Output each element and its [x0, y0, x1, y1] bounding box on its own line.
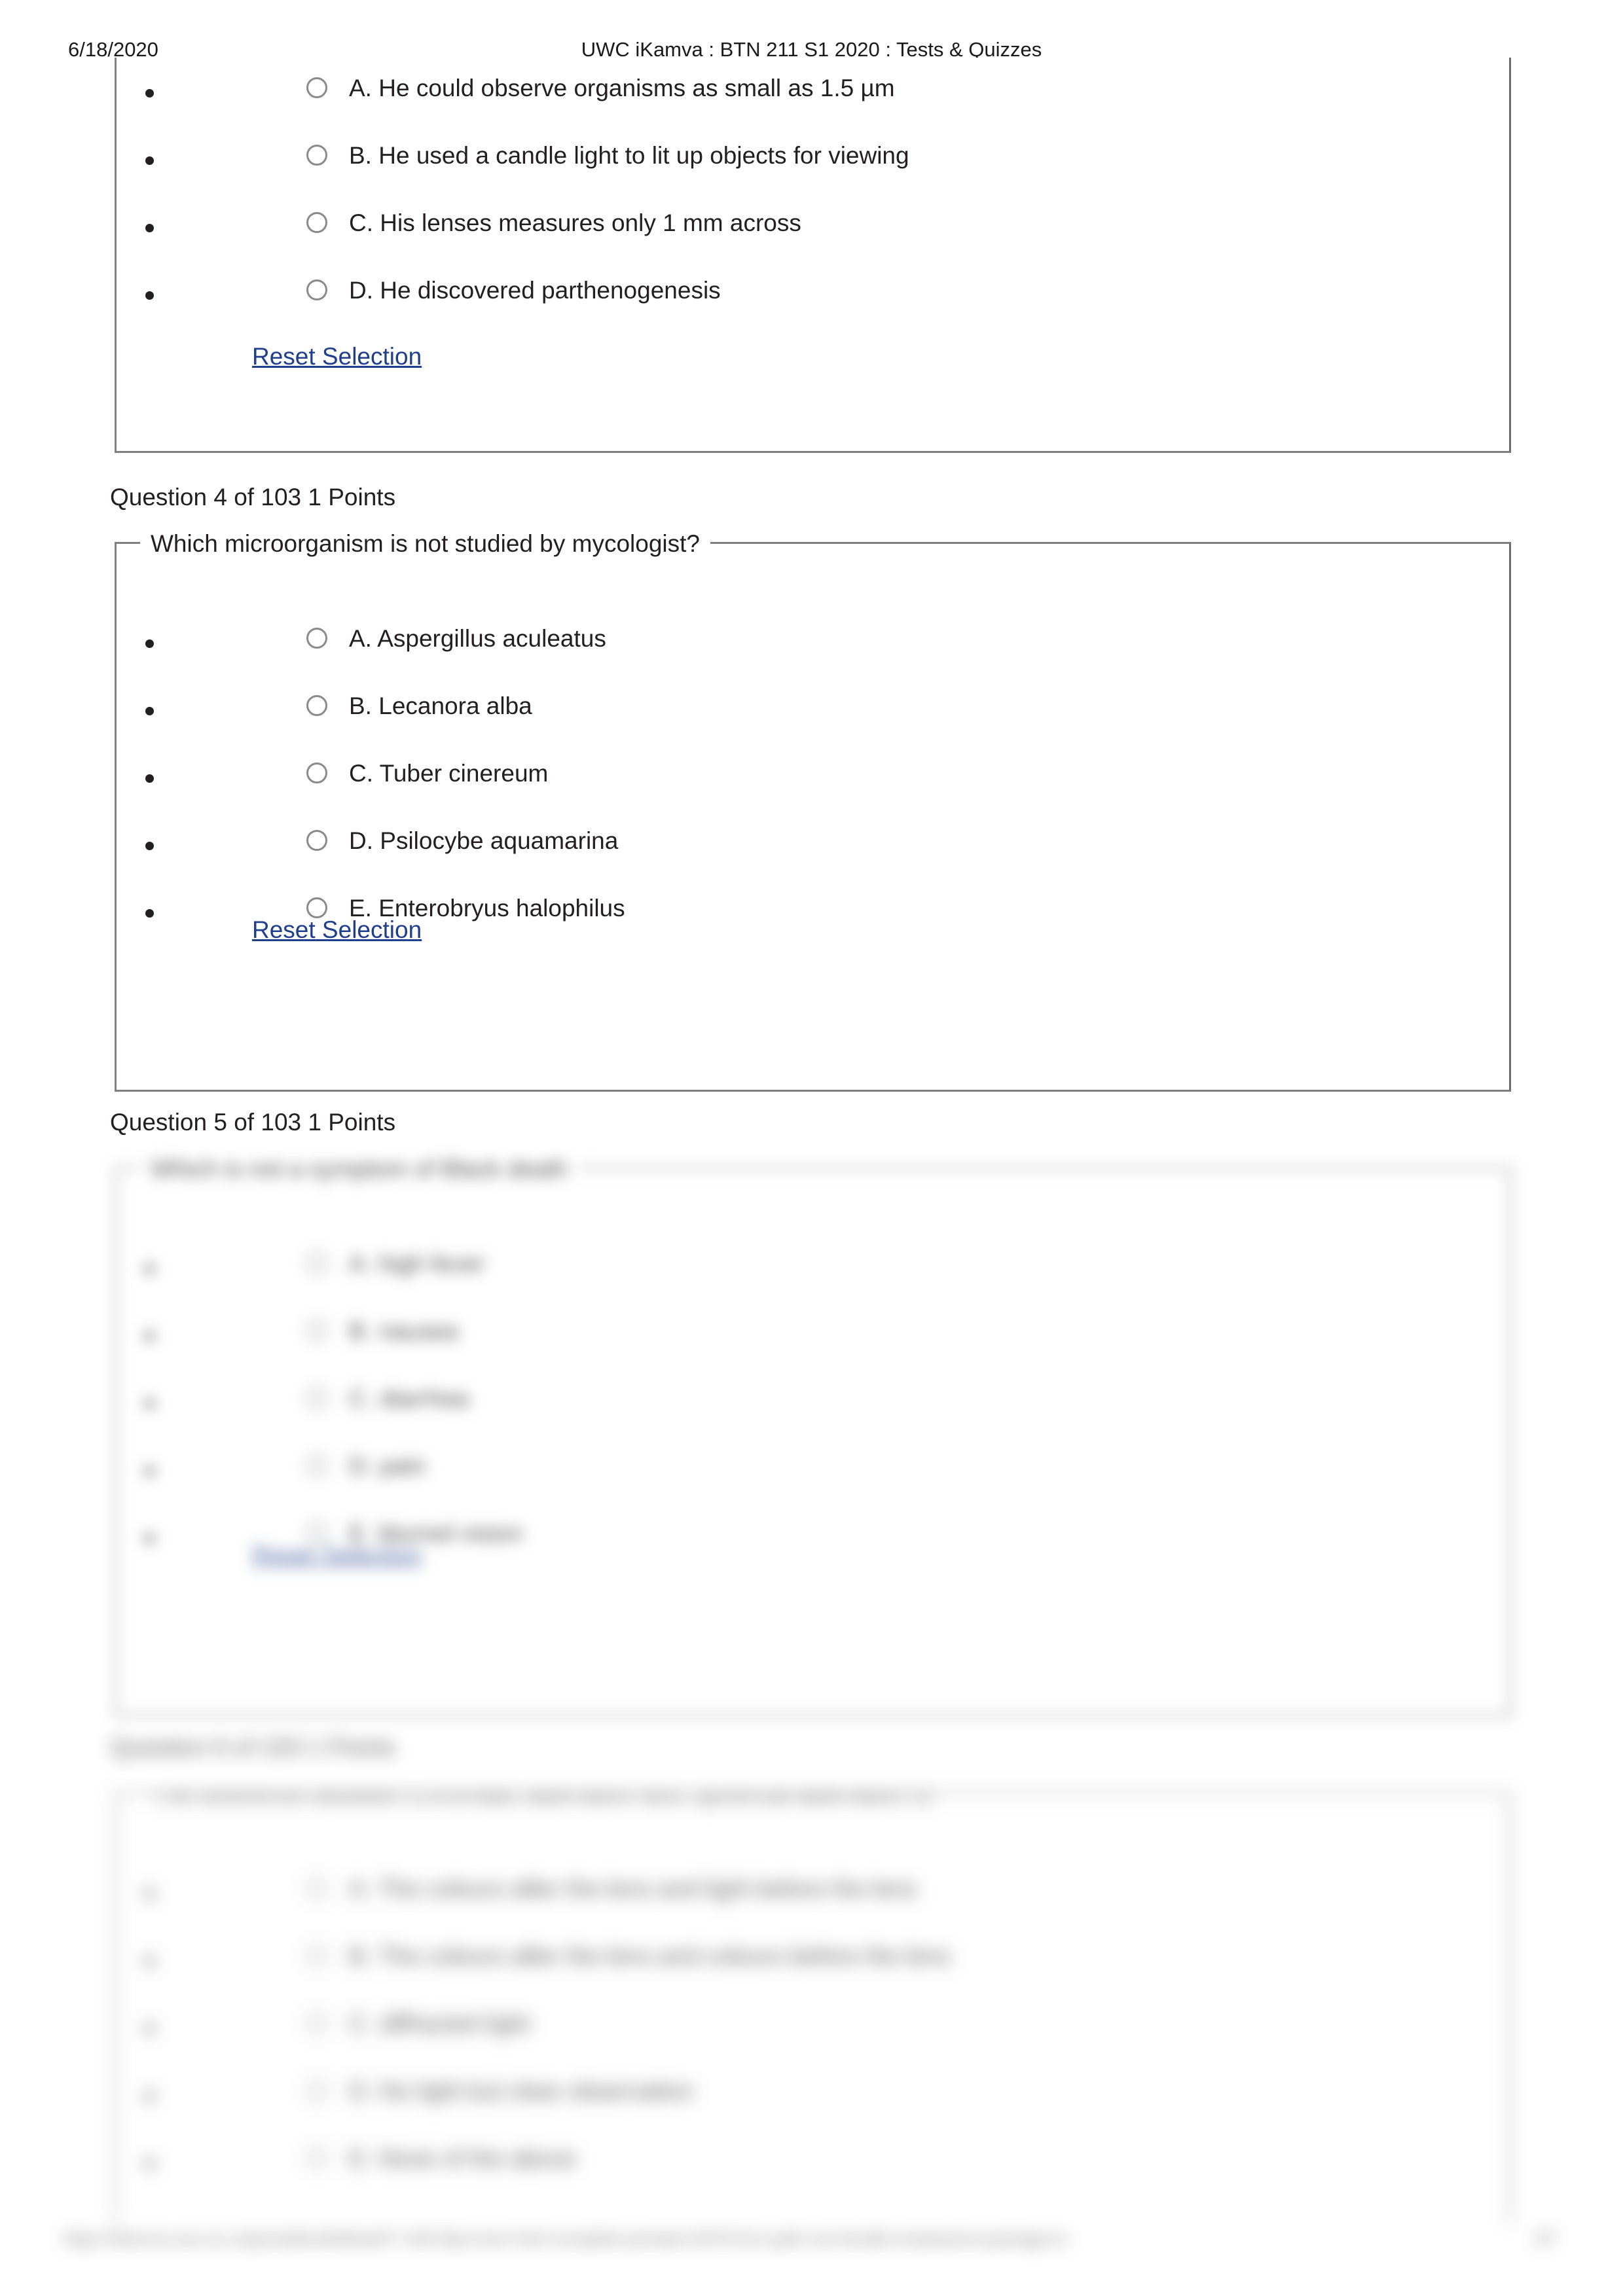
radio-button-icon[interactable] — [306, 1878, 327, 1899]
option-label: E. None of the above — [349, 2145, 577, 2172]
option-label: D. No light but clear observation — [349, 2077, 694, 2104]
question-box-4: Which microorganism is not studied by my… — [115, 526, 1511, 1092]
list-bullet-icon — [145, 1332, 154, 1340]
radio-button-icon[interactable] — [306, 77, 327, 98]
list-bullet-icon — [145, 842, 154, 850]
option-row[interactable]: B. Lecanora alba — [117, 690, 1509, 757]
list-bullet-icon — [145, 1534, 154, 1543]
question-legend-4: Which microorganism is not studied by my… — [140, 526, 710, 562]
radio-button-icon[interactable] — [306, 2147, 327, 2168]
radio-button-icon[interactable] — [306, 1945, 327, 1966]
list-bullet-icon — [145, 1467, 154, 1475]
question-legend-6: The difference between Chromatic aberrat… — [140, 1794, 942, 1812]
option-row[interactable]: A. high fever — [117, 1247, 1509, 1315]
option-label: A. The colours after the lens and light … — [349, 1875, 917, 1902]
option-row[interactable]: C. Tuber cinereum — [117, 757, 1509, 825]
option-row[interactable]: A. The colours after the lens and light … — [117, 1873, 1509, 1940]
option-label: D. He discovered parthenogenesis — [349, 277, 721, 304]
question-meta-6: Question 6 of 103 1 Points — [110, 1734, 396, 1761]
option-label: B. Lecanora alba — [349, 692, 532, 719]
list-bullet-icon — [145, 1957, 154, 1965]
footer-url: https://ikamva.uwc.ac.za/portal/tool/def… — [63, 2229, 1068, 2248]
question-legend-5: Which is not a symptom of Black death — [140, 1151, 579, 1187]
footer-page-number: 3/7 — [1533, 2229, 1558, 2248]
option-label: B. nausea — [349, 1318, 458, 1344]
option-label: D. pain — [349, 1452, 426, 1479]
option-label: B. The colours after the lens and colour… — [349, 1943, 951, 1969]
radio-button-icon[interactable] — [306, 1253, 327, 1274]
option-row[interactable]: A. Aspergillus aculeatus — [117, 622, 1509, 690]
option-label: A. high fever — [349, 1250, 485, 1277]
list-bullet-icon — [145, 156, 154, 165]
option-label: B. He used a candle light to lit up obje… — [349, 142, 909, 169]
option-row[interactable]: D. He discovered parthenogenesis — [117, 274, 1509, 342]
radio-button-icon[interactable] — [306, 830, 327, 851]
option-row[interactable]: D. No light but clear observation — [117, 2075, 1509, 2142]
reset-selection-link[interactable]: Reset Selection — [252, 1539, 422, 1571]
option-row[interactable]: B. nausea — [117, 1315, 1509, 1382]
list-bullet-icon — [145, 639, 154, 648]
option-row[interactable]: B. He used a candle light to lit up obje… — [117, 139, 1509, 207]
radio-button-icon[interactable] — [306, 762, 327, 783]
list-bullet-icon — [145, 1890, 154, 1898]
option-label: A. He could observe organisms as small a… — [349, 75, 895, 101]
list-bullet-icon — [145, 291, 154, 300]
radio-button-icon[interactable] — [306, 2013, 327, 2034]
option-row[interactable]: B. The colours after the lens and colour… — [117, 1940, 1509, 2007]
question-meta-4: Question 4 of 103 1 Points — [110, 484, 396, 511]
option-row[interactable]: C. diarrhea — [117, 1382, 1509, 1450]
list-bullet-icon — [145, 707, 154, 715]
list-bullet-icon — [145, 1265, 154, 1273]
option-row[interactable]: A. He could observe organisms as small a… — [117, 72, 1509, 139]
option-label: A. Aspergillus aculeatus — [349, 625, 606, 652]
radio-button-icon[interactable] — [306, 2080, 327, 2101]
list-bullet-icon — [145, 1399, 154, 1408]
list-bullet-icon — [145, 909, 154, 918]
list-bullet-icon — [145, 2159, 154, 2168]
radio-button-icon[interactable] — [306, 1388, 327, 1408]
radio-button-icon[interactable] — [306, 1320, 327, 1341]
option-label: D. Psilocybe aquamarina — [349, 827, 619, 854]
question-box-5: Which is not a symptom of Black death A.… — [115, 1151, 1511, 1717]
reset-selection-link[interactable]: Reset Selection — [252, 914, 422, 946]
radio-button-icon[interactable] — [306, 628, 327, 649]
page-footer: https://ikamva.uwc.ac.za/portal/tool/def… — [0, 2229, 1623, 2274]
radio-button-icon[interactable] — [306, 145, 327, 166]
radio-button-icon[interactable] — [306, 279, 327, 300]
list-bullet-icon — [145, 2092, 154, 2100]
option-label: C. His lenses measures only 1 mm across — [349, 209, 801, 236]
question-box-6: The difference between Chromatic aberrat… — [115, 1792, 1511, 2224]
radio-button-icon[interactable] — [306, 1455, 327, 1476]
option-label: C. diarrhea — [349, 1385, 469, 1412]
list-bullet-icon — [145, 774, 154, 783]
radio-button-icon[interactable] — [306, 212, 327, 233]
list-bullet-icon — [145, 2024, 154, 2033]
option-label: C. Tuber cinereum — [349, 760, 549, 787]
list-bullet-icon — [145, 89, 154, 98]
reset-selection-link[interactable]: Reset Selection — [252, 340, 422, 373]
option-row[interactable]: E. None of the above — [117, 2142, 1509, 2210]
radio-button-icon[interactable] — [306, 695, 327, 716]
option-row[interactable]: C. diffracted light — [117, 2007, 1509, 2075]
list-bullet-icon — [145, 224, 154, 232]
question-meta-5: Question 5 of 103 1 Points — [110, 1109, 396, 1136]
option-row[interactable]: D. pain — [117, 1450, 1509, 1517]
option-row[interactable]: C. His lenses measures only 1 mm across — [117, 207, 1509, 274]
option-row[interactable]: D. Psilocybe aquamarina — [117, 825, 1509, 892]
question-box-3: A. He could observe organisms as small a… — [115, 58, 1511, 453]
option-label: C. diffracted light — [349, 2010, 530, 2037]
